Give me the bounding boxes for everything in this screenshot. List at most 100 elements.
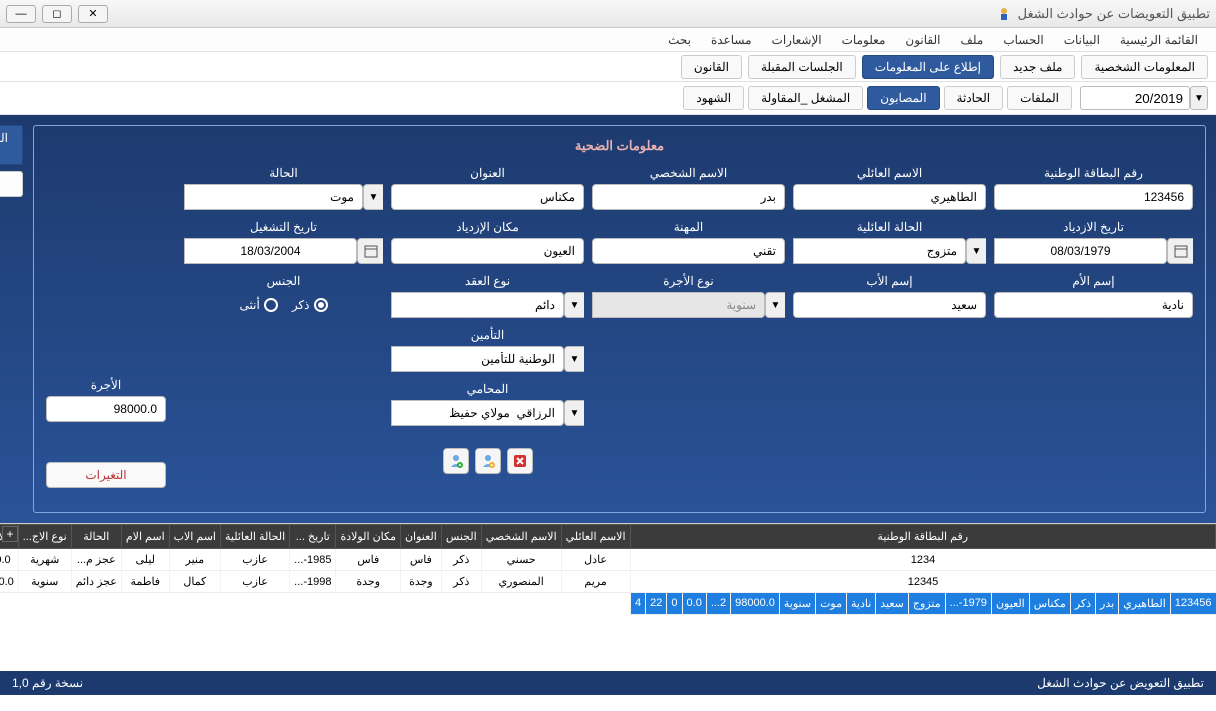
menu-الحساب[interactable]: الحساب xyxy=(995,30,1051,50)
table-row[interactable]: 123456الطاهيريبدرذكرمكناسالعيون1979-...م… xyxy=(630,593,1215,615)
dob-calendar-icon[interactable] xyxy=(1167,238,1193,264)
menu-البيانات[interactable]: البيانات xyxy=(1056,30,1108,50)
input-pob[interactable] xyxy=(391,238,584,264)
victim-form-panel: معلومات الضحية رقم البطاقة الوطنية الاسم… xyxy=(33,125,1206,513)
grid-header[interactable]: الاسم العائلي xyxy=(561,525,630,549)
insurance-dropdown-button[interactable]: ▼ xyxy=(564,346,584,372)
victims-grid[interactable]: رقم البطاقة الوطنيةالاسم العائليالاسم ال… xyxy=(0,524,1216,615)
input-hiredate[interactable] xyxy=(184,238,357,264)
input-lastname[interactable] xyxy=(793,184,986,210)
label-salary: الأجرة xyxy=(46,378,166,392)
menu-القائمة الرئيسية[interactable]: القائمة الرئيسية xyxy=(1112,30,1206,50)
label-pob: مكان الإزدياد xyxy=(391,220,584,234)
toolbar-القانون[interactable]: القانون xyxy=(681,55,742,79)
dossier-dropdown-button[interactable]: ▼ xyxy=(1190,86,1208,110)
input-salary[interactable] xyxy=(46,396,166,422)
title-bar: — ◻ ✕ تطبيق التعويضات عن حوادث الشغل xyxy=(0,0,1216,28)
input-dob[interactable] xyxy=(994,238,1167,264)
grid-header[interactable]: اسم الام xyxy=(121,525,169,549)
menu-الإشعارات[interactable]: الإشعارات xyxy=(764,30,830,50)
tab-الملفات[interactable]: الملفات xyxy=(1007,86,1072,110)
select-famstat[interactable] xyxy=(793,238,966,264)
grid-header[interactable]: الجنس xyxy=(441,525,481,549)
label-lawyer: المحامي xyxy=(391,382,584,396)
grid-header[interactable]: مكان الولادة xyxy=(336,525,400,549)
label-address: العنوان xyxy=(391,166,584,180)
contract-dropdown-button[interactable]: ▼ xyxy=(564,292,584,318)
input-job[interactable] xyxy=(592,238,785,264)
grid-header[interactable]: الحالة xyxy=(71,525,121,549)
grid-header[interactable]: رقم البطاقة الوطنية xyxy=(630,525,1215,549)
input-address[interactable] xyxy=(391,184,584,210)
toolbar-ملف جديد[interactable]: ملف جديد xyxy=(1000,55,1076,79)
grid-header[interactable]: العنوان xyxy=(400,525,441,549)
select-status[interactable] xyxy=(184,184,363,210)
grid-header[interactable]: تاريخ ... xyxy=(290,525,336,549)
menu-مساعدة[interactable]: مساعدة xyxy=(703,30,760,50)
label-dob: تاريخ الازدياد xyxy=(994,220,1193,234)
tab-المصابون[interactable]: المصابون xyxy=(867,86,939,110)
label-cin: رقم البطاقة الوطنية xyxy=(994,166,1193,180)
label-wagetype: نوع الأجرة xyxy=(592,274,785,288)
input-mother[interactable] xyxy=(994,292,1193,318)
grid-header[interactable]: الاسم الشخصي xyxy=(481,525,561,549)
label-mother: إسم الأم xyxy=(994,274,1193,288)
menu-معلومات[interactable]: معلومات xyxy=(834,30,894,50)
table-row[interactable]: 12345مريمالمنصوريذكروجدةوجدة1998-...عازب… xyxy=(0,571,1216,593)
add-lawyer-icon[interactable] xyxy=(443,448,469,474)
radio-male-dot xyxy=(314,298,328,312)
tab-الشهود[interactable]: الشهود xyxy=(683,86,744,110)
toolbar-المعلومات الشخصية[interactable]: المعلومات الشخصية xyxy=(1081,55,1208,79)
wagetype-dropdown-button[interactable]: ▼ xyxy=(765,292,785,318)
tab-المشغل _المقاولة[interactable]: المشغل _المقاولة xyxy=(748,86,863,110)
menu-القانون[interactable]: القانون xyxy=(897,30,948,50)
input-firstname[interactable] xyxy=(592,184,785,210)
status-right: تطبيق التعويض عن حوادث الشغل xyxy=(1037,676,1204,690)
grid-header[interactable]: الحالة العائلية xyxy=(221,525,290,549)
tab-الحادثة[interactable]: الحادثة xyxy=(944,86,1004,110)
window-title: تطبيق التعويضات عن حوادث الشغل xyxy=(1018,6,1210,22)
changes-button[interactable]: التغيرات xyxy=(46,462,166,488)
select-wagetype xyxy=(592,292,765,318)
label-firstname: الاسم الشخصي xyxy=(592,166,785,180)
toolbar-الجلسات المقبلة[interactable]: الجلسات المقبلة xyxy=(748,55,856,79)
delete-lawyer-icon[interactable] xyxy=(507,448,533,474)
dossier-row: ▼ الملفاتالحادثةالمصابونالمشغل _المقاولة… xyxy=(0,82,1216,115)
select-contract[interactable] xyxy=(391,292,564,318)
label-sex: الجنس xyxy=(184,274,383,288)
subtab-الضحية[interactable]: الضحية xyxy=(0,125,23,165)
menu-ملف[interactable]: ملف xyxy=(952,30,991,50)
table-row[interactable]: 1234عادلحسنيذكرفاسفاس1985-...عازبمنيرليل… xyxy=(0,549,1216,571)
status-left: نسخة رقم 1,0 xyxy=(12,676,83,690)
grid-expand-button[interactable]: + xyxy=(2,526,18,542)
input-cin[interactable] xyxy=(994,184,1193,210)
hiredate-calendar-icon[interactable] xyxy=(357,238,383,264)
status-bar: تطبيق التعويض عن حوادث الشغل نسخة رقم 1,… xyxy=(0,671,1216,695)
grid-header[interactable]: نوع الاج... xyxy=(18,525,71,549)
label-lastname: الاسم العائلي xyxy=(793,166,986,180)
menu-بحث[interactable]: بحث xyxy=(660,30,699,50)
radio-male[interactable]: ذكر xyxy=(292,298,328,312)
grid-header[interactable]: اسم الاب xyxy=(169,525,220,549)
label-insurance: التأمين xyxy=(391,328,584,342)
main-toolbar: المعلومات الشخصيةملف جديدإطلاع على المعل… xyxy=(0,52,1216,82)
famstat-dropdown-button[interactable]: ▼ xyxy=(966,238,986,264)
dossier-select[interactable] xyxy=(1080,86,1190,110)
select-lawyer[interactable] xyxy=(391,400,564,426)
label-hiredate: تاريخ التشغيل xyxy=(184,220,383,234)
label-father: إسم الأب xyxy=(793,274,986,288)
add-button[interactable]: أضف xyxy=(0,171,23,197)
close-button[interactable]: ✕ xyxy=(78,5,108,23)
maximize-button[interactable]: ◻ xyxy=(42,5,72,23)
edit-lawyer-icon[interactable] xyxy=(475,448,501,474)
input-father[interactable] xyxy=(793,292,986,318)
sex-radio-group[interactable]: ذكر أنثى xyxy=(184,292,383,318)
label-status: الحالة xyxy=(184,166,383,180)
toolbar-إطلاع على المعلومات[interactable]: إطلاع على المعلومات xyxy=(862,55,994,79)
status-dropdown-button[interactable]: ▼ xyxy=(363,184,383,210)
select-insurance[interactable] xyxy=(391,346,564,372)
radio-female[interactable]: أنثى xyxy=(240,298,278,312)
minimize-button[interactable]: — xyxy=(6,5,36,23)
label-famstat: الحالة العائلية xyxy=(793,220,986,234)
lawyer-dropdown-button[interactable]: ▼ xyxy=(564,400,584,426)
